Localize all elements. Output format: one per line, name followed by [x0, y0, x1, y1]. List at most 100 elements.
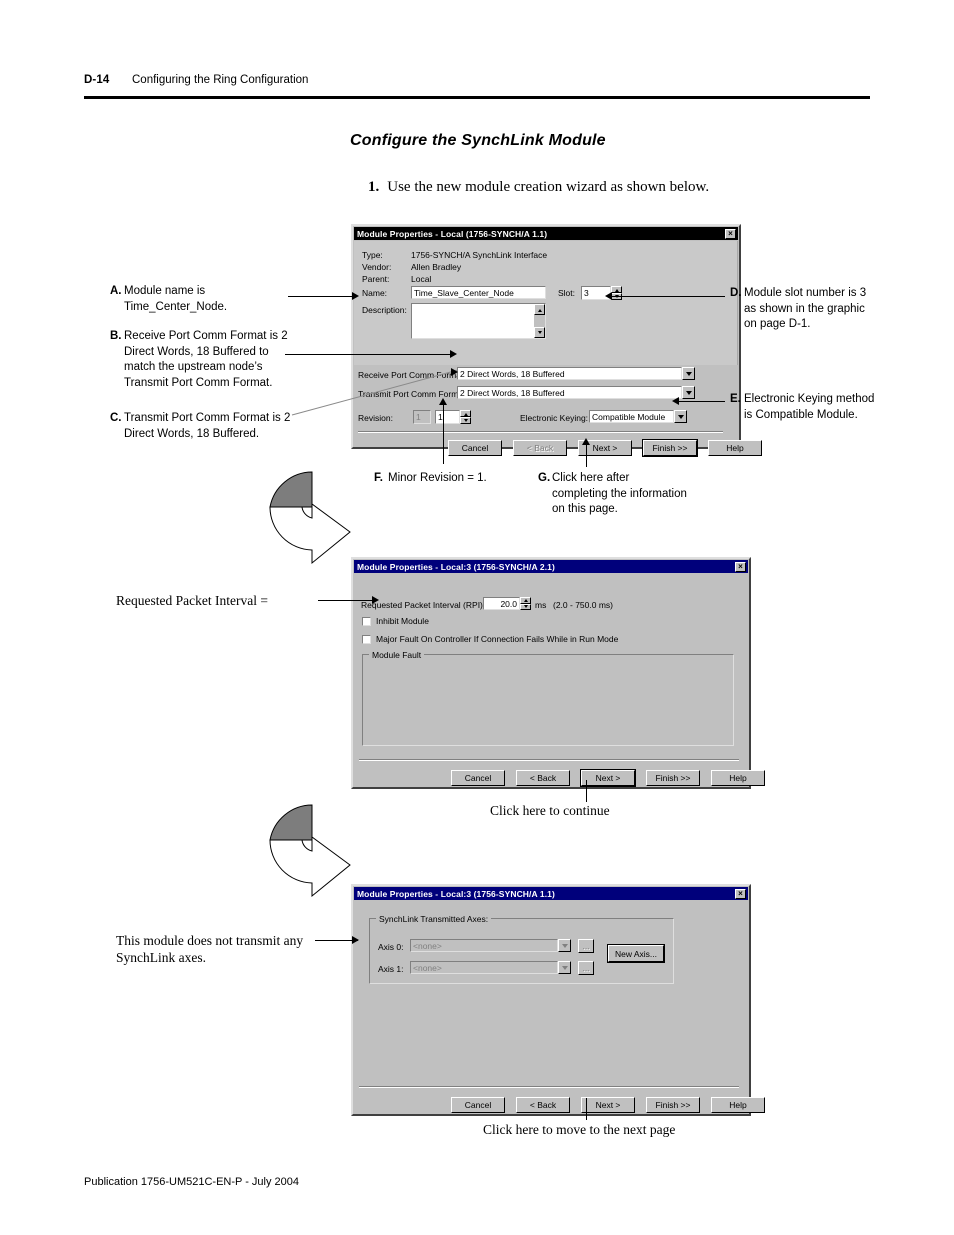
close-icon[interactable]: ×	[735, 561, 746, 572]
rpi-spinner[interactable]	[520, 597, 531, 610]
next-button[interactable]: Next >	[581, 1097, 635, 1113]
annotation-b-letter: B.	[110, 330, 122, 342]
leader-arrow-rpi	[372, 596, 379, 604]
page-folio: D-14	[84, 74, 110, 86]
back-button: < Back	[513, 440, 567, 456]
keying-value[interactable]: Compatible Module	[589, 410, 674, 423]
step-item: 1. Use the new module creation wizard as …	[368, 179, 709, 196]
close-icon[interactable]: ×	[725, 228, 736, 239]
description-input[interactable]	[411, 303, 546, 339]
chevron-down-icon[interactable]	[558, 961, 571, 974]
dialog-1-buttonbar: Cancel < Back Next > Finish >> Help	[448, 439, 762, 457]
flow-arrow-2-icon	[269, 804, 351, 898]
slot-spinner[interactable]	[611, 286, 622, 300]
annotation-g-text: Click here after completing the informat…	[552, 472, 687, 515]
name-input[interactable]: Time_Slave_Center_Node	[411, 286, 546, 299]
annotation-g-letter: G.	[538, 472, 551, 484]
annotation-f-letter: F.	[374, 472, 383, 484]
module-properties-dialog-2[interactable]: Module Properties - Local:3 (1756-SYNCH/…	[351, 557, 765, 789]
annotation-a-text: Module name is Time_Center_Node.	[124, 285, 228, 313]
spinner-down-icon[interactable]	[520, 603, 531, 610]
annotation-rpi: Requested Packet Interval =	[116, 593, 268, 608]
major-fault-checkbox-row[interactable]: Major Fault On Controller If Connection …	[362, 634, 618, 644]
axis1-combo[interactable]: <none>	[410, 961, 571, 974]
module-properties-dialog-3[interactable]: Module Properties - Local:3 (1756-SYNCH/…	[351, 884, 765, 1116]
module-fault-group: Module Fault	[362, 650, 734, 746]
leader-arrow-c	[451, 368, 458, 376]
vendor-value: Allen Bradley	[411, 262, 462, 272]
axis0-combo[interactable]: <none>	[410, 939, 571, 952]
axis1-value[interactable]: <none>	[410, 961, 558, 974]
annotation-b-text: Receive Port Comm Format is 2 Direct Wor…	[124, 330, 288, 389]
leader-line-f	[443, 404, 444, 464]
axis0-value[interactable]: <none>	[410, 939, 558, 952]
description-value[interactable]	[412, 304, 534, 338]
spinner-up-icon[interactable]	[460, 410, 471, 417]
scroll-up-icon[interactable]	[534, 304, 545, 315]
axis1-label: Axis 1:	[378, 964, 404, 974]
new-axis-button[interactable]: New Axis...	[607, 944, 665, 963]
leader-arrow-e	[672, 397, 679, 405]
annotation-d-letter: D.	[730, 287, 742, 299]
description-label: Description:	[362, 305, 407, 315]
spinner-up-icon[interactable]	[611, 286, 622, 293]
annotation-d-text: Module slot number is 3 as shown in the …	[744, 287, 867, 330]
chevron-down-icon[interactable]	[674, 410, 687, 423]
receive-format-value[interactable]: 2 Direct Words, 18 Buffered	[457, 367, 682, 380]
axis1-browse-button[interactable]: ...	[578, 961, 594, 975]
help-button[interactable]: Help	[711, 770, 765, 786]
dialog-1-titlebar: Module Properties - Local (1756-SYNCH/A …	[354, 227, 738, 240]
chevron-down-icon[interactable]	[682, 367, 695, 380]
annotation-d: D. Module slot number is 3 as shown in t…	[730, 286, 880, 333]
chevron-down-icon[interactable]	[682, 386, 695, 399]
back-button[interactable]: < Back	[516, 1097, 570, 1113]
back-button[interactable]: < Back	[516, 770, 570, 786]
next-button[interactable]: Next >	[580, 769, 636, 787]
slot-stepper[interactable]: 3	[581, 286, 622, 300]
finish-button[interactable]: Finish >>	[642, 439, 698, 457]
dialog-2-buttonbar: Cancel < Back Next > Finish >> Help	[451, 769, 765, 787]
inhibit-module-checkbox-row[interactable]: Inhibit Module	[362, 616, 429, 626]
page-header: D-14 Configuring the Ring Configuration	[84, 70, 870, 88]
close-icon[interactable]: ×	[735, 888, 746, 899]
inhibit-module-label: Inhibit Module	[376, 616, 429, 626]
scroll-down-icon[interactable]	[534, 327, 545, 338]
leader-line-c	[291, 369, 459, 416]
spinner-down-icon[interactable]	[460, 417, 471, 424]
leader-line-continue	[586, 780, 587, 802]
leader-arrow-no-axes	[352, 936, 359, 944]
leader-arrow-f	[439, 398, 447, 405]
rpi-value[interactable]: 20.0	[483, 597, 520, 610]
dialog-1-title: Module Properties - Local (1756-SYNCH/A …	[357, 228, 548, 239]
type-value: 1756-SYNCH/A SynchLink Interface	[411, 250, 548, 260]
leader-line-a	[288, 296, 354, 297]
section-title: Configure the SynchLink Module	[350, 132, 606, 149]
leader-line-d	[612, 296, 725, 297]
annotation-f-text: Minor Revision = 1.	[388, 472, 487, 484]
cancel-button[interactable]: Cancel	[451, 770, 505, 786]
cancel-button[interactable]: Cancel	[448, 440, 502, 456]
help-button[interactable]: Help	[711, 1097, 765, 1113]
page-footer: Publication 1756-UM521C-EN-P - July 2004	[84, 1176, 300, 1188]
step-number: 1.	[368, 179, 380, 195]
transmit-format-combo[interactable]: 2 Direct Words, 18 Buffered	[457, 386, 695, 399]
transmit-format-value[interactable]: 2 Direct Words, 18 Buffered	[457, 386, 682, 399]
axis0-browse-button[interactable]: ...	[578, 939, 594, 953]
keying-combo[interactable]: Compatible Module	[589, 410, 687, 423]
description-scrollbar[interactable]	[534, 304, 545, 338]
annotation-b: B. Receive Port Comm Format is 2 Direct …	[110, 329, 300, 391]
receive-format-combo[interactable]: 2 Direct Words, 18 Buffered	[457, 367, 695, 380]
cancel-button[interactable]: Cancel	[451, 1097, 505, 1113]
inhibit-module-checkbox[interactable]	[362, 616, 371, 626]
revision-spinner[interactable]	[460, 410, 471, 424]
annotation-c-letter: C.	[110, 412, 122, 424]
finish-button[interactable]: Finish >>	[646, 1097, 700, 1113]
step-text: Use the new module creation wizard as sh…	[387, 179, 710, 195]
help-button[interactable]: Help	[708, 440, 762, 456]
rpi-stepper[interactable]: 20.0	[483, 597, 531, 610]
major-fault-checkbox[interactable]	[362, 634, 371, 644]
dialog-3-buttonbar: Cancel < Back Next > Finish >> Help	[451, 1097, 765, 1113]
flow-arrow-1-icon	[269, 471, 351, 565]
chevron-down-icon[interactable]	[558, 939, 571, 952]
finish-button[interactable]: Finish >>	[646, 770, 700, 786]
